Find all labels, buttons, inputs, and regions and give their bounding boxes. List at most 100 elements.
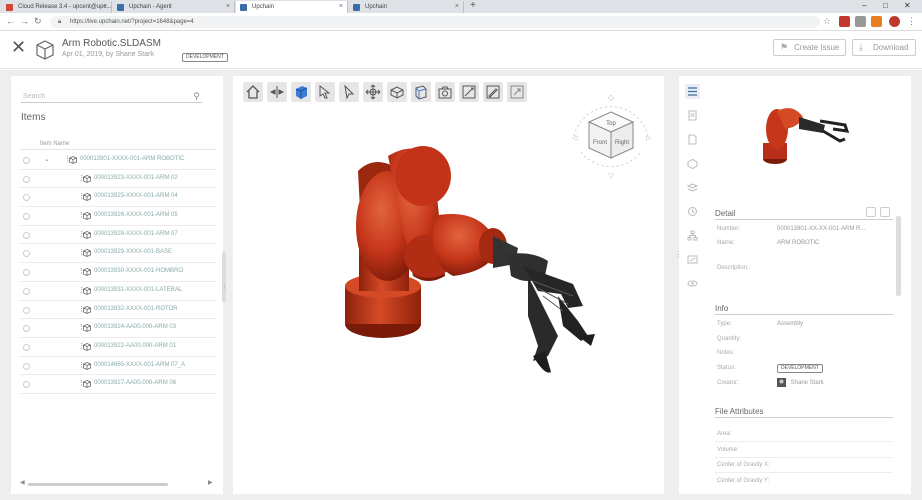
item-name[interactable]: 000013930-XXXX-001-HOMBRO <box>94 268 183 274</box>
tree-row[interactable]: ⋮ 000013925-XXXX-001-ARM 04 <box>20 188 216 208</box>
item-name[interactable]: 000013925-XXXX-001-ARM 04 <box>94 193 178 199</box>
tab-close-icon[interactable]: × <box>339 1 343 13</box>
file-icon[interactable] <box>685 132 700 147</box>
pointer-icon[interactable] <box>339 82 359 102</box>
navcube-right-label[interactable]: Right <box>615 140 629 146</box>
new-tab-button[interactable]: + <box>470 0 476 12</box>
row-checkbox[interactable] <box>23 287 30 295</box>
view-icon[interactable] <box>685 276 700 291</box>
tree-row[interactable]: ⋮ 000013932-XXXX-001-ROTOR <box>20 301 216 320</box>
extension-icon[interactable] <box>839 16 850 27</box>
reload-icon[interactable]: ↻ <box>34 16 42 27</box>
scroll-left-icon[interactable]: ◀ <box>20 479 25 486</box>
navcube-rotate-up-icon[interactable]: ◇ <box>608 93 615 102</box>
vertical-scrollbar[interactable] <box>222 252 226 302</box>
close-icon[interactable]: ✕ <box>11 38 26 56</box>
maximize-button[interactable]: □ <box>883 0 888 12</box>
hierarchy-icon[interactable] <box>685 228 700 243</box>
select-arrow-icon[interactable] <box>315 82 335 102</box>
item-name[interactable]: 000014665-XXXX-001-ARM 07_A <box>94 362 185 368</box>
layers-icon[interactable] <box>685 180 700 195</box>
browser-menu-icon[interactable]: ⋮ <box>907 16 916 27</box>
tree-row[interactable]: ⋮ 000013927-AA00.000-ARM 06 <box>20 375 216 394</box>
forward-arrow-icon[interactable]: → <box>20 16 29 26</box>
tree-row[interactable]: ⋮ 000013924-AA00.000-ARM 03 <box>20 319 216 338</box>
row-checkbox[interactable] <box>23 175 30 183</box>
row-checkbox[interactable] <box>23 231 30 239</box>
horizontal-scrollbar[interactable]: ◀ ▶ <box>20 479 213 487</box>
extension-icon[interactable] <box>855 16 866 27</box>
search-input[interactable]: Search ⚲ <box>21 90 202 103</box>
row-checkbox[interactable] <box>23 306 30 314</box>
vertical-scrollbar[interactable] <box>896 216 901 296</box>
list-view-icon[interactable] <box>685 84 700 99</box>
robot-arm-model[interactable] <box>333 136 603 446</box>
extension-icon[interactable] <box>871 16 882 27</box>
window-close-button[interactable]: ✕ <box>904 0 911 12</box>
pan-icon[interactable] <box>363 82 383 102</box>
panel-resize-handle[interactable]: ⋮ <box>221 284 228 292</box>
item-name[interactable]: 000013931-XXXX-001-LATERAL <box>94 287 182 293</box>
tree-row[interactable]: ⋮ 000013926-XXXX-001-ARM 05 <box>20 207 216 226</box>
navcube-rotate-down-icon[interactable]: ▽ <box>608 173 614 180</box>
item-name[interactable]: 000013928-XXXX-001-ARM 07 <box>94 231 178 237</box>
create-issue-button[interactable]: ⚑ Create Issue <box>773 39 847 56</box>
row-checkbox[interactable] <box>23 343 30 351</box>
tree-row[interactable]: ⋮ 000013922-AA00.000-ARM 01 <box>20 338 216 357</box>
profile-avatar-icon[interactable] <box>889 16 900 27</box>
row-checkbox[interactable] <box>23 194 30 202</box>
item-name[interactable]: 000013901-XXXX-001-ARM ROBOTIC <box>80 156 184 162</box>
scroll-thumb[interactable] <box>28 483 168 486</box>
item-name[interactable]: 000013927-AA00.000-ARM 06 <box>94 380 176 386</box>
explode-icon[interactable] <box>267 82 287 102</box>
back-arrow-icon[interactable]: ← <box>6 16 15 26</box>
tree-row[interactable]: ⋮ 000013931-XXXX-001-LATERAL <box>20 282 216 301</box>
item-name[interactable]: 000013929-XXXX-001-BASE <box>94 249 172 255</box>
tab-close-icon[interactable]: × <box>103 1 107 13</box>
row-checkbox[interactable] <box>23 381 30 389</box>
row-checkbox[interactable] <box>23 157 30 164</box>
item-name[interactable]: 000013923-XXXX-001-ARM 02 <box>94 175 178 181</box>
navcube-rotate-right-icon[interactable]: ▷ <box>646 135 652 142</box>
bookmark-star-icon[interactable]: ☆ <box>823 16 831 27</box>
item-name[interactable]: 000013924-AA00.000-ARM 03 <box>94 324 176 330</box>
tree-row[interactable]: ⋮ 000013930-XXXX-001-HOMBRO <box>20 263 216 282</box>
markup-icon[interactable] <box>459 82 479 102</box>
document-icon[interactable] <box>685 108 700 123</box>
tree-row[interactable]: ⌄ ⋮ 000013901-XXXX-001-ARM ROBOTIC <box>20 151 216 170</box>
shaded-cube-icon[interactable] <box>291 82 311 102</box>
tree-row[interactable]: ⋮ 000013929-XXXX-001-BASE <box>20 244 216 264</box>
tree-row[interactable]: ⋮ 000013928-XXXX-001-ARM 07 <box>20 226 216 245</box>
row-checkbox[interactable] <box>23 362 30 370</box>
row-checkbox[interactable] <box>23 250 30 258</box>
camera-icon[interactable] <box>435 82 455 102</box>
home-icon[interactable] <box>243 82 263 102</box>
download-button[interactable]: ⤓ Download <box>852 39 916 56</box>
url-field[interactable]: 🔒︎ https://live.upchain.net/?project=164… <box>50 16 820 28</box>
navcube-top-label[interactable]: Top <box>606 121 616 127</box>
part-icon[interactable] <box>685 156 700 171</box>
browser-tab-2[interactable]: Upchain - Agent × <box>113 1 235 13</box>
tab-close-icon[interactable]: × <box>455 1 459 13</box>
section-icon[interactable] <box>411 82 431 102</box>
export-icon[interactable] <box>507 82 527 102</box>
item-name[interactable]: 000013922-AA00.000-ARM 01 <box>94 343 176 349</box>
chevron-down-icon[interactable]: ⌄ <box>44 155 50 163</box>
edit-pencil-icon[interactable] <box>866 207 876 217</box>
browser-tab-3[interactable]: Upchain × <box>236 1 348 13</box>
item-name[interactable]: 000013926-XXXX-001-ARM 05 <box>94 212 178 218</box>
minimize-button[interactable]: – <box>862 0 866 12</box>
browser-tab-1[interactable]: Cloud Release 3.4 - upcent@upc... × <box>2 1 112 13</box>
delete-icon[interactable] <box>880 207 890 217</box>
markup-edit-icon[interactable] <box>483 82 503 102</box>
item-name[interactable]: 000013932-XXXX-001-ROTOR <box>94 306 178 312</box>
search-icon[interactable]: ⚲ <box>193 90 200 103</box>
share-icon[interactable] <box>685 252 700 267</box>
measure-icon[interactable] <box>387 82 407 102</box>
tree-row[interactable]: ⋮ 000013923-XXXX-001-ARM 02 <box>20 170 216 189</box>
tree-row[interactable]: ⋮ 000014665-XXXX-001-ARM 07_A <box>20 357 216 376</box>
3d-viewer[interactable]: Top Front Right ◇ ◁ ▷ ▽ <box>233 76 664 494</box>
history-icon[interactable] <box>685 204 700 219</box>
row-checkbox[interactable] <box>23 213 30 221</box>
row-checkbox[interactable] <box>23 269 30 277</box>
